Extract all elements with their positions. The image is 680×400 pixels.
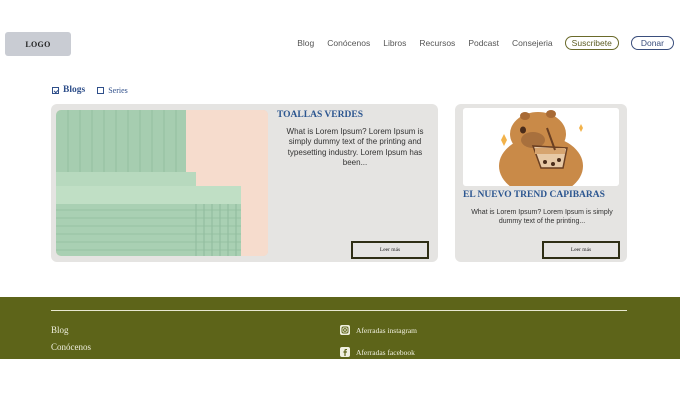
card-excerpt: What is Lorem Ipsum? Lorem Ipsum is simp… <box>471 209 613 226</box>
read-more-button[interactable]: Leer más <box>351 241 429 259</box>
blog-card-towels: TOALLAS VERDES What is Lorem Ipsum? Lore… <box>51 104 438 262</box>
logo[interactable]: LOGO <box>5 32 71 56</box>
nav-podcast[interactable]: Podcast <box>468 38 499 48</box>
read-more-button[interactable]: Leer más <box>542 241 620 259</box>
card-title[interactable]: TOALLAS VERDES <box>277 110 363 120</box>
series-checkbox[interactable] <box>97 86 105 94</box>
instagram-label: Aferradas instagram <box>356 325 418 335</box>
donate-button[interactable]: Donar <box>630 36 674 50</box>
nav-recursos[interactable]: Recursos <box>419 38 455 48</box>
filter-series-label: Series <box>108 85 128 95</box>
subscribe-button[interactable]: Suscribete <box>564 36 619 50</box>
nav-libros[interactable]: Libros <box>383 38 406 48</box>
card-title[interactable]: EL NUEVO TREND CAPIBARAS <box>463 190 605 200</box>
filter-blogs-label: Blogs <box>63 85 86 95</box>
main-nav: Blog Conócenos Libros Recursos Podcast C… <box>284 36 674 50</box>
footer-divider <box>51 310 627 311</box>
capybara-image <box>463 108 619 186</box>
blog-card-capybara: EL NUEVO TREND CAPIBARAS What is Lorem I… <box>455 104 627 262</box>
instagram-icon <box>340 325 350 335</box>
filter-blogs[interactable]: Blogs <box>52 85 85 95</box>
facebook-link[interactable]: Aferradas facebook <box>340 347 415 357</box>
facebook-label: Aferradas facebook <box>356 347 415 357</box>
nav-conocenos[interactable]: Conócenos <box>327 38 370 48</box>
filter-series[interactable]: Series <box>97 86 128 95</box>
facebook-icon <box>340 347 350 357</box>
blogs-checkbox[interactable] <box>52 86 59 94</box>
instagram-link[interactable]: Aferradas instagram <box>340 325 417 335</box>
footer-link-conocenos[interactable]: Conócenos <box>51 342 91 352</box>
green-towels-image <box>56 110 268 256</box>
card-excerpt: What is Lorem Ipsum? Lorem Ipsum is simp… <box>286 127 424 168</box>
nav-consejeria[interactable]: Consejeria <box>512 38 553 48</box>
nav-blog[interactable]: Blog <box>297 38 314 48</box>
footer-link-blog[interactable]: Blog <box>51 325 69 335</box>
footer: Blog Conócenos Aferradas instagram Aferr… <box>0 297 680 359</box>
content-filter: Blogs Series <box>52 85 140 95</box>
